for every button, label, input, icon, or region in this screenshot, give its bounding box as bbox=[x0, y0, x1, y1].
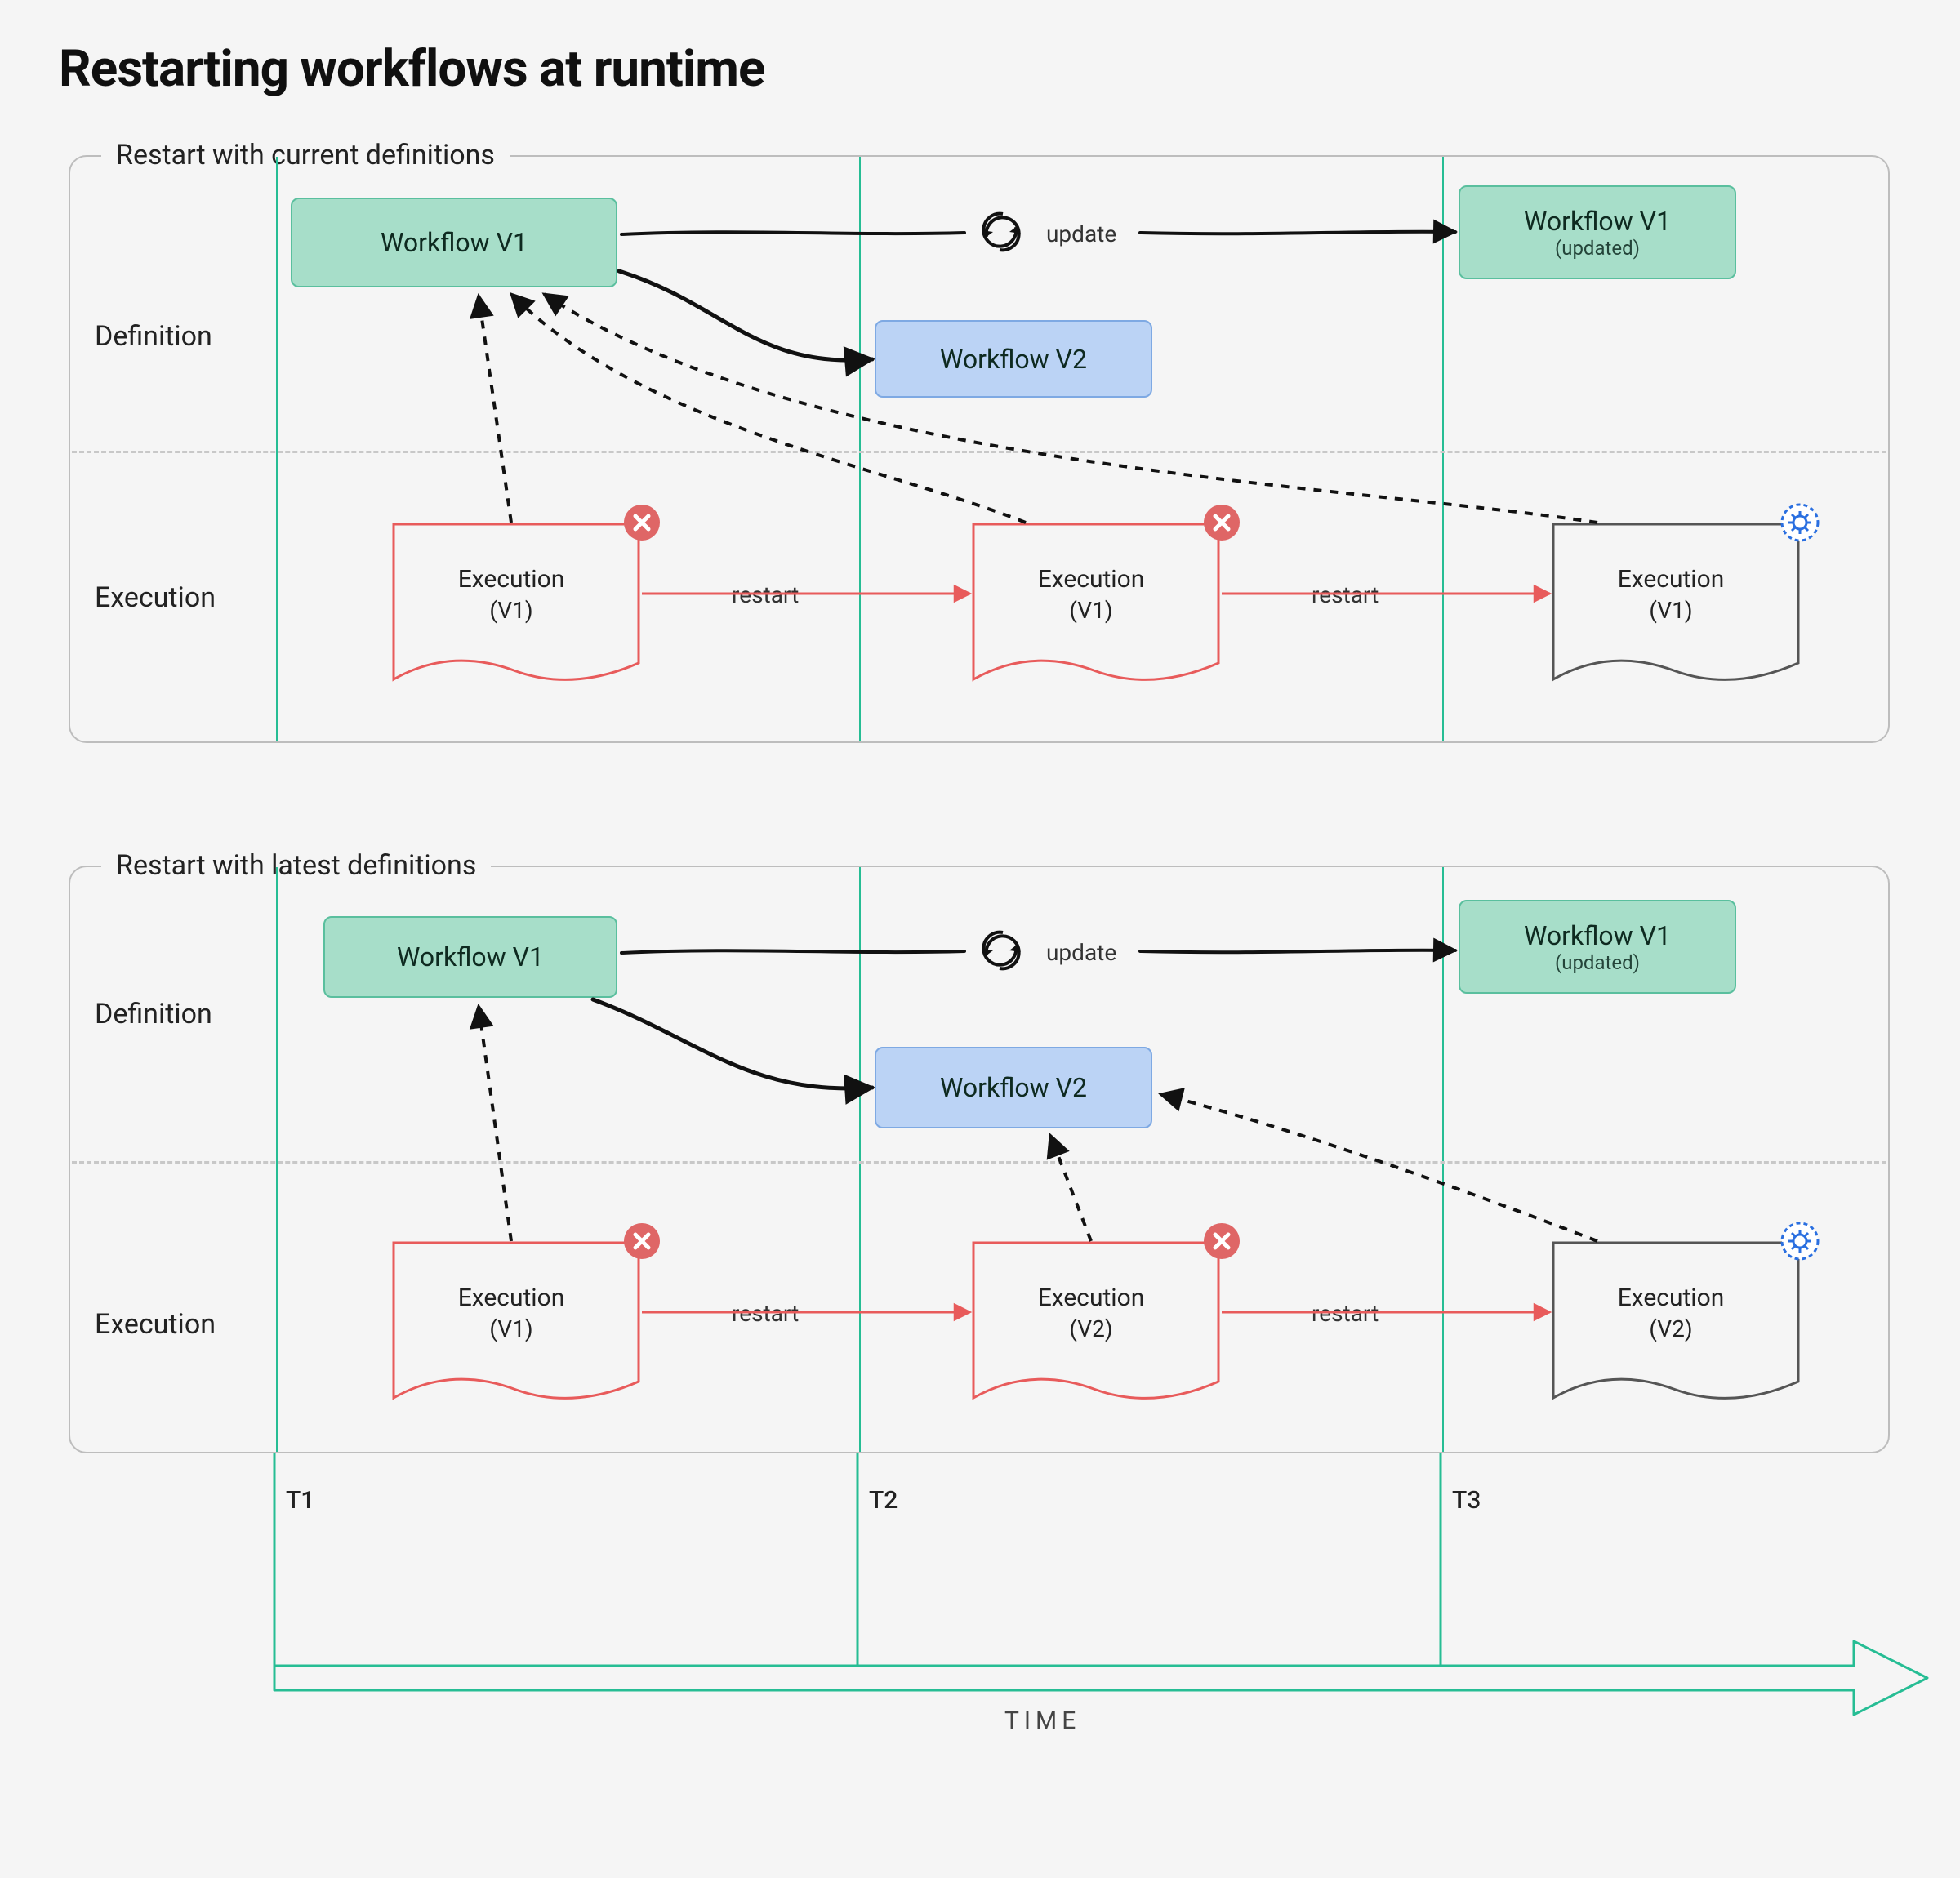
row-label-definition-b: Definition bbox=[95, 998, 212, 1030]
execution-2-label-b: Execution (V2) bbox=[977, 1284, 1205, 1342]
workflow-v1-box-b: Workflow V1 bbox=[323, 916, 617, 998]
workflow-v1-updated-label-a: Workflow V1 bbox=[1524, 206, 1671, 237]
panel-restart-current: Restart with current definitions Definit… bbox=[69, 155, 1890, 743]
time-t1-label: T1 bbox=[286, 1486, 314, 1515]
refresh-icon bbox=[982, 214, 1021, 251]
restart-label-1b: restart bbox=[732, 1300, 799, 1327]
diagram-canvas: Restarting workflows at runtime Restart … bbox=[0, 0, 1960, 1878]
workflow-v1-updated-box-b: Workflow V1 (updated) bbox=[1459, 900, 1736, 994]
page-title: Restarting workflows at runtime bbox=[59, 39, 764, 99]
workflow-v1-label-b: Workflow V1 bbox=[397, 941, 544, 972]
restart-label-2b: restart bbox=[1312, 1300, 1379, 1327]
execution-3-label-a: Execution (V1) bbox=[1557, 565, 1785, 624]
workflow-v2-box-b: Workflow V2 bbox=[875, 1047, 1152, 1128]
error-icon bbox=[1204, 505, 1240, 541]
workflow-v2-label-a: Workflow V2 bbox=[940, 344, 1087, 375]
update-label-b: update bbox=[1046, 939, 1116, 966]
restart-label-2a: restart bbox=[1312, 581, 1379, 608]
error-icon bbox=[624, 1223, 660, 1259]
row-label-execution-a: Execution bbox=[95, 581, 216, 614]
workflow-v2-label-b: Workflow V2 bbox=[940, 1072, 1087, 1103]
workflow-v1-label-a: Workflow V1 bbox=[381, 227, 528, 258]
execution-1-label-a: Execution (V1) bbox=[397, 565, 626, 624]
update-label-a: update bbox=[1046, 220, 1116, 247]
restart-label-1a: restart bbox=[732, 581, 799, 608]
workflow-v1-box-a: Workflow V1 bbox=[291, 198, 617, 287]
time-t2-label: T2 bbox=[869, 1486, 898, 1515]
workflow-v1-updated-sub-a: (updated) bbox=[1555, 237, 1640, 260]
workflow-v1-updated-sub-b: (updated) bbox=[1555, 951, 1640, 974]
execution-1-label-b: Execution (V1) bbox=[397, 1284, 626, 1342]
execution-2-label-a: Execution (V1) bbox=[977, 565, 1205, 624]
panel-legend-b: Restart with latest definitions bbox=[101, 849, 491, 882]
gear-icon bbox=[1782, 1223, 1818, 1259]
error-icon bbox=[1204, 1223, 1240, 1259]
panel-restart-latest: Restart with latest definitions Definiti… bbox=[69, 866, 1890, 1453]
execution-3-label-b: Execution (V2) bbox=[1557, 1284, 1785, 1342]
error-icon bbox=[624, 505, 660, 541]
panel-legend-a: Restart with current definitions bbox=[101, 139, 510, 171]
workflow-v1-updated-box-a: Workflow V1 (updated) bbox=[1459, 185, 1736, 279]
gear-icon bbox=[1782, 505, 1818, 541]
row-label-definition-a: Definition bbox=[95, 320, 212, 353]
refresh-icon bbox=[982, 932, 1021, 969]
workflow-v1-updated-label-b: Workflow V1 bbox=[1524, 920, 1671, 951]
time-t3-label: T3 bbox=[1452, 1486, 1481, 1515]
row-label-execution-b: Execution bbox=[95, 1308, 216, 1341]
time-axis-label: TIME bbox=[1004, 1707, 1080, 1735]
workflow-v2-box-a: Workflow V2 bbox=[875, 320, 1152, 398]
